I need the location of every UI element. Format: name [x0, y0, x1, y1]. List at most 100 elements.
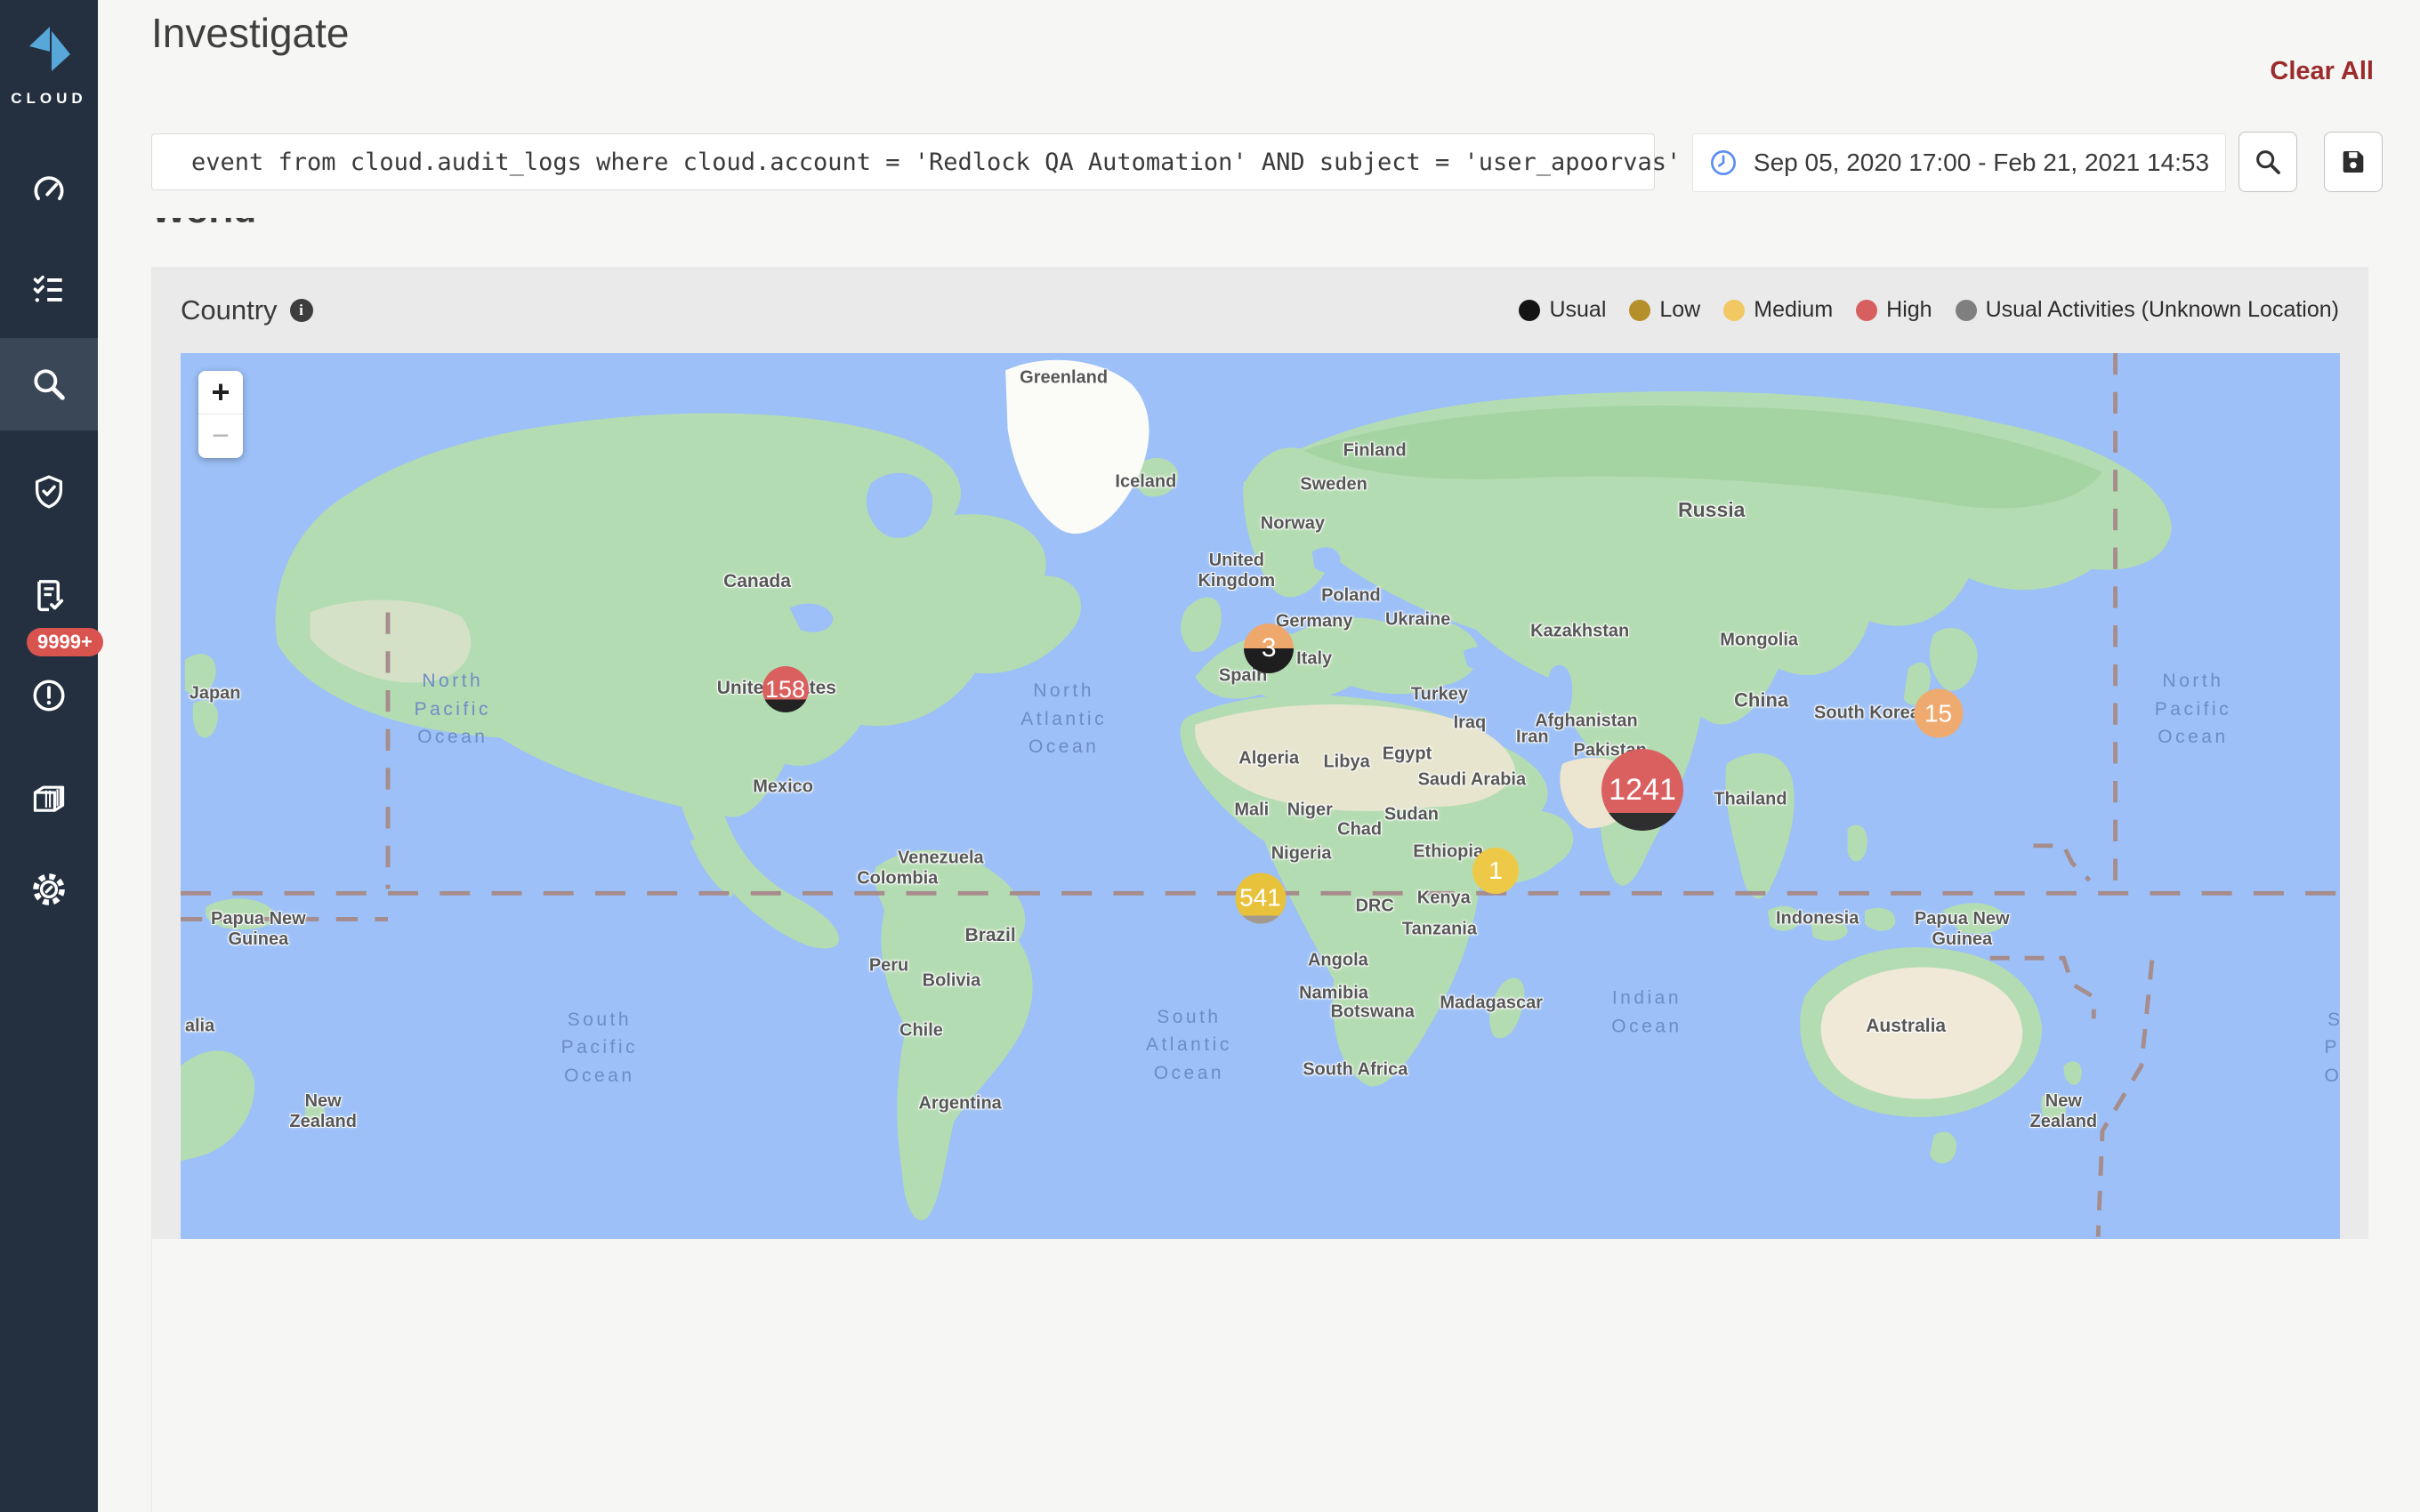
country-label-chad: Chad [1337, 819, 1382, 840]
country-label-peru: Peru [869, 956, 908, 977]
zoom-in-button[interactable]: + [198, 371, 243, 414]
country-label-norway: Norway [1261, 514, 1325, 535]
legend-dot [1956, 300, 1977, 321]
ocean-label-north-atlantic-ocean: NorthAtlanticOcean [1020, 677, 1107, 761]
country-label-botswana: Botswana [1330, 1002, 1414, 1023]
country-map-card: Country i UsualLowMediumHighUsual Activi… [151, 267, 2368, 1239]
country-label-kazakhstan: Kazakhstan [1530, 621, 1629, 641]
query-text: event from cloud.audit_logs where cloud.… [191, 149, 1681, 176]
sidebar-item-compute[interactable] [0, 752, 98, 845]
legend-item-low: Low [1629, 297, 1700, 323]
country-label-madagascar: Madagascar [1440, 993, 1543, 1014]
map-marker-158[interactable]: 158 [762, 666, 809, 712]
country-label-angola: Angola [1308, 951, 1368, 971]
clear-all-link[interactable]: Clear All [2270, 57, 2374, 86]
content-edge-divider [151, 1239, 152, 1512]
world-map[interactable]: Greenland Iceland Finland Sweden Norway Russi… [181, 353, 2340, 1239]
country-label-italy: Italy [1296, 648, 1332, 669]
sidebar-item-investigate[interactable] [0, 338, 98, 430]
sidebar-item-inventory[interactable] [0, 245, 98, 337]
container-icon [29, 779, 69, 818]
app-logo[interactable]: CLOUD [0, 25, 98, 108]
legend-label: Low [1659, 297, 1700, 323]
sidebar-item-dashboard[interactable] [0, 145, 98, 237]
country-label-turkey: Turkey [1411, 685, 1468, 705]
query-input[interactable]: event from cloud.audit_logs where cloud.… [151, 133, 1655, 190]
map-legend: Usual Low Medium High Usual Activities (Unkn… [1519, 267, 2339, 353]
legend-dot [1519, 300, 1540, 321]
country-label-algeria: Algeria [1238, 749, 1299, 769]
country-label-china: China [1734, 689, 1788, 712]
country-label-mexico: Mexico [753, 777, 813, 798]
country-label-venezuela: Venezuela [898, 848, 984, 868]
country-label-new-zealand: NewZealand [2030, 1091, 2098, 1132]
sidebar-item-policies[interactable] [0, 446, 98, 538]
country-label-greenland: Greenland [1020, 367, 1108, 388]
legend-dot [1723, 300, 1745, 321]
run-search-button[interactable] [2238, 132, 2297, 192]
country-label-afghanistan: Afghanistan [1535, 712, 1638, 732]
card-header: Country i UsualLowMediumHighUsual Activi… [181, 267, 2339, 353]
legend-item-usual: Usual [1519, 297, 1606, 323]
ocean-label-south-pacific-ocean: SouthPacificOcean [561, 1006, 638, 1090]
search-icon [29, 365, 69, 404]
legend-dot [1629, 300, 1650, 321]
logo-icon [22, 25, 76, 76]
map-marker-1241[interactable]: 1241 [1601, 749, 1683, 831]
country-label-ukraine: Ukraine [1385, 609, 1450, 630]
country-label-thailand: Thailand [1714, 789, 1787, 809]
legend-item-medium: Medium [1723, 297, 1833, 323]
ocean-label-north-pacific-ocean: NorthPacificOcean [415, 667, 491, 752]
map-marker-541[interactable]: 541 [1235, 873, 1286, 923]
map-geography [181, 353, 2340, 1239]
country-label-sudan: Sudan [1384, 804, 1439, 824]
legend-dot [1856, 300, 1877, 321]
country-label-libya: Libya [1323, 752, 1369, 773]
country-label-south-africa: South Africa [1303, 1059, 1408, 1080]
country-label-argentina: Argentina [918, 1093, 1001, 1114]
zoom-out-button[interactable]: − [198, 414, 243, 458]
ocean-label-sout-pacif-ocea: SoutPacifOcea [2324, 1006, 2340, 1090]
page-title: Investigate [151, 9, 349, 57]
date-range-text: Sep 05, 2020 17:00 - Feb 21, 2021 14:53 [1754, 149, 2209, 177]
country-label-mali: Mali [1234, 800, 1269, 820]
map-marker-3[interactable]: 3 [1244, 623, 1294, 673]
clipboard-check-icon [29, 576, 69, 615]
country-label-colombia: Colombia [857, 868, 938, 889]
map-marker-15[interactable]: 15 [1914, 689, 1963, 738]
legend-label: Usual [1549, 297, 1606, 323]
investigate-page: CLOUD 9999+ World Investigate Clear All … [0, 0, 2420, 1512]
gauge-icon [29, 172, 69, 211]
checklist-icon [29, 271, 69, 310]
ocean-label-indian-ocean: IndianOcean [1611, 985, 1682, 1041]
country-label-chile: Chile [899, 1020, 943, 1041]
legend-item-high: High [1856, 297, 1932, 323]
shield-check-icon [29, 472, 69, 511]
country-label-papua-new-guinea: Papua NewGuinea [1915, 909, 2010, 950]
country-label-iceland: Iceland [1115, 472, 1176, 493]
sidebar-item-alerts[interactable]: 9999+ [0, 649, 98, 742]
country-label-nigeria: Nigeria [1271, 843, 1332, 864]
country-label-canada: Canada [723, 571, 791, 592]
alerts-count-badge: 9999+ [27, 628, 103, 656]
date-range-picker[interactable]: Sep 05, 2020 17:00 - Feb 21, 2021 14:53 [1692, 133, 2226, 192]
sidebar-item-settings[interactable] [0, 843, 98, 936]
country-label-saudi-arabia: Saudi Arabia [1418, 770, 1527, 791]
legend-label: High [1886, 297, 1932, 323]
legend-label: Medium [1754, 297, 1833, 323]
country-label-russia: Russia [1678, 498, 1745, 521]
country-label-finland: Finland [1343, 440, 1407, 461]
legend-label: Usual Activities (Unknown Location) [1986, 297, 2339, 323]
country-label-sweden: Sweden [1300, 475, 1367, 495]
legend-item-usual-activities-unknown-location: Usual Activities (Unknown Location) [1956, 297, 2339, 323]
country-label-iraq: Iraq [1454, 713, 1487, 734]
map-marker-1[interactable]: 1 [1472, 848, 1519, 894]
save-search-button[interactable] [2324, 132, 2383, 192]
top-bar: Investigate Clear All event from cloud.a… [98, 0, 2420, 218]
country-label-south-korea: South Korea [1814, 704, 1920, 724]
country-label-japan: Japan [190, 684, 241, 704]
info-icon[interactable]: i [290, 299, 313, 322]
ocean-label-north-pacific-ocean: NorthPacificOcean [2155, 667, 2231, 752]
search-icon [2253, 147, 2283, 177]
country-label-kenya: Kenya [1417, 888, 1471, 908]
